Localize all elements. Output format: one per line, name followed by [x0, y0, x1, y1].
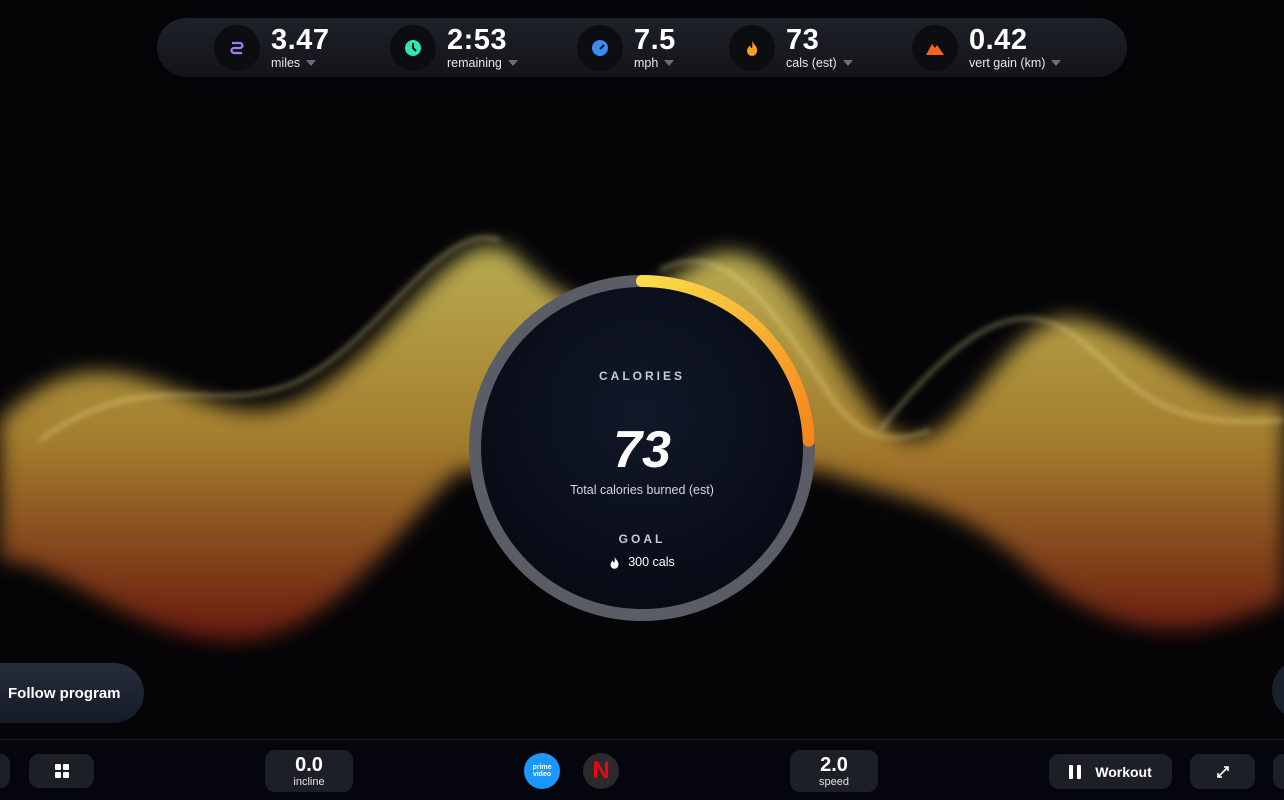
workout-label: Workout	[1095, 763, 1152, 780]
stats-bar: 3.47 miles 2:53 remaining 7.5 mph 73 cals (e…	[157, 18, 1127, 77]
stat-time[interactable]: 2:53 remaining	[390, 24, 518, 72]
expand-icon	[1216, 765, 1229, 778]
prime-video-button[interactable]: prime video	[524, 753, 560, 789]
speed-control[interactable]: 2.0 speed	[790, 750, 878, 792]
flame-icon	[729, 25, 775, 71]
clock-icon	[390, 25, 436, 71]
pause-icon	[1069, 764, 1082, 779]
dropdown-arrow-icon[interactable]	[507, 60, 518, 66]
netflix-logo: N	[592, 757, 610, 784]
apps-button[interactable]	[29, 754, 94, 788]
stat-value: 3.47	[271, 24, 330, 56]
incline-value: 0.0	[295, 753, 323, 776]
calories-title: CALORIES	[598, 369, 685, 383]
speedometer-icon	[577, 25, 623, 71]
netflix-button[interactable]: N	[583, 753, 619, 789]
goal-value: 300 cals	[628, 555, 675, 569]
follow-program-button[interactable]: Follow program	[0, 663, 144, 723]
goal-title: GOAL	[618, 532, 666, 546]
dropdown-arrow-icon[interactable]	[664, 60, 675, 66]
stat-value: 73	[786, 24, 820, 56]
stat-label: miles	[271, 56, 301, 70]
prime-video-logo: prime video	[532, 764, 552, 778]
stat-label: mph	[634, 56, 659, 70]
stat-value: 7.5	[634, 24, 676, 56]
incline-control[interactable]: 0.0 incline	[265, 750, 353, 792]
flame-icon	[610, 556, 619, 569]
pause-workout-button[interactable]: Workout	[1049, 754, 1172, 789]
dropdown-arrow-icon[interactable]	[306, 60, 317, 66]
calories-value: 73	[613, 421, 671, 479]
partial-left-button[interactable]	[0, 754, 10, 788]
stat-calories[interactable]: 73 cals (est)	[729, 24, 853, 72]
stat-value: 0.42	[969, 24, 1028, 56]
grid-icon	[54, 764, 69, 778]
mountain-icon	[912, 25, 958, 71]
stat-speed[interactable]: 7.5 mph	[577, 24, 676, 72]
stat-distance[interactable]: 3.47 miles	[214, 24, 329, 72]
incline-label: incline	[293, 775, 325, 788]
speed-value: 2.0	[820, 753, 848, 776]
dropdown-arrow-icon[interactable]	[842, 60, 853, 66]
stat-label: vert gain (km)	[969, 56, 1046, 70]
partial-right-button[interactable]	[1273, 754, 1284, 789]
dropdown-arrow-icon[interactable]	[1051, 60, 1062, 66]
stat-vert-gain[interactable]: 0.42 vert gain (km)	[912, 24, 1062, 72]
stat-label: remaining	[447, 56, 502, 70]
calorie-panel: CALORIES 73 Total calories burned (est) …	[469, 275, 815, 621]
route-icon	[214, 25, 260, 71]
stat-label: cals (est)	[786, 56, 837, 70]
stat-value: 2:53	[447, 24, 508, 56]
speed-label: speed	[819, 775, 849, 788]
calories-subtitle: Total calories burned (est)	[570, 483, 714, 497]
fullscreen-button[interactable]	[1190, 754, 1255, 789]
